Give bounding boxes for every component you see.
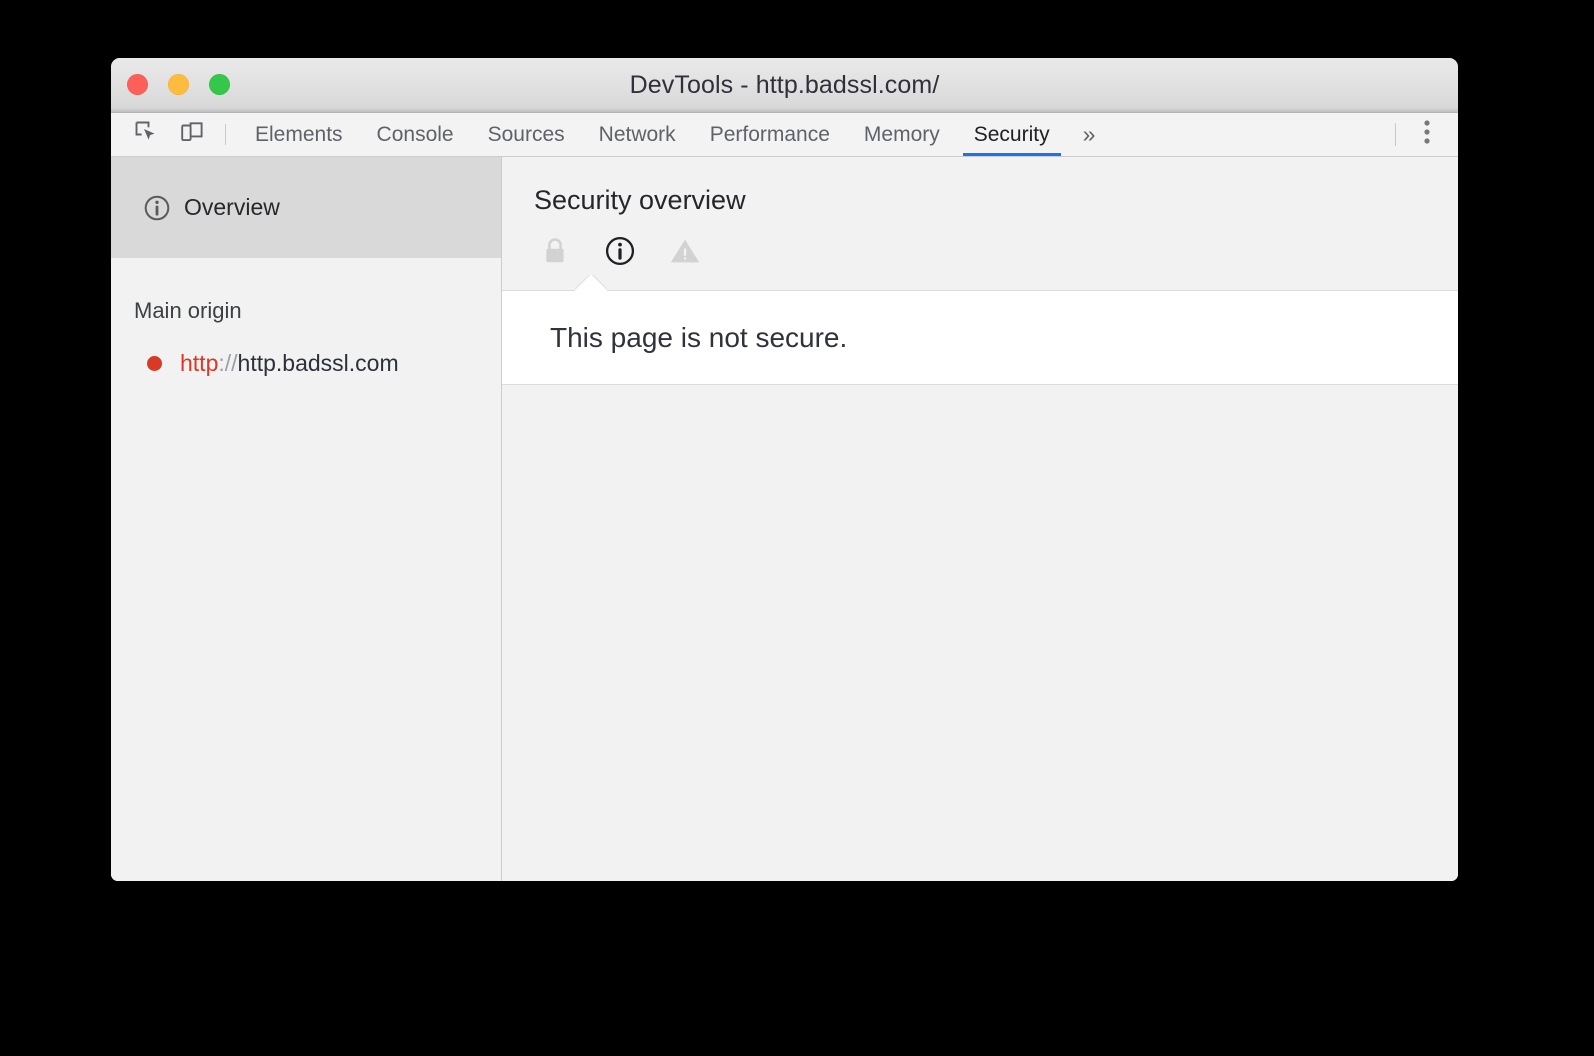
sidebar-group-title: Main origin — [134, 298, 242, 323]
tab-performance[interactable]: Performance — [693, 113, 847, 156]
device-toolbar-icon — [179, 119, 205, 150]
security-main-panel: Security overview This page is not secur… — [502, 157, 1458, 881]
toolbar-divider — [225, 124, 226, 145]
tabstrip-right-group — [1395, 113, 1458, 156]
origin-url-scheme: http — [180, 350, 219, 376]
more-options-button[interactable] — [1396, 113, 1458, 156]
security-details-area — [502, 385, 1458, 881]
security-summary-box: This page is not secure. — [502, 290, 1458, 385]
sidebar-origin-item[interactable]: http://http.badssl.com — [111, 324, 501, 377]
origin-url-separator: :// — [218, 350, 238, 376]
tab-sources-label: Sources — [487, 122, 565, 146]
tab-elements-label: Elements — [255, 122, 343, 146]
page-title: Security overview — [534, 185, 746, 215]
tab-elements[interactable]: Elements — [238, 113, 360, 156]
tab-security-label: Security — [973, 122, 1050, 146]
info-circle-icon[interactable] — [603, 234, 637, 268]
origin-url: http://http.badssl.com — [180, 350, 399, 377]
devtools-tabstrip: Elements Console Sources Network Perform… — [111, 113, 1458, 157]
window-title: DevTools - http.badssl.com/ — [629, 71, 940, 99]
origin-status-dot — [147, 356, 162, 371]
tab-console-label: Console — [376, 122, 454, 146]
sidebar-item-overview-label: Overview — [184, 194, 280, 220]
security-sidebar: Overview Main origin http://http.badssl.… — [111, 157, 502, 881]
tab-console[interactable]: Console — [360, 113, 471, 156]
window-titlebar: DevTools - http.badssl.com/ — [111, 58, 1458, 113]
device-toolbar-button[interactable] — [169, 113, 215, 156]
more-options-icon — [1424, 119, 1430, 150]
security-summary-wrap: This page is not secure. — [502, 290, 1458, 385]
warning-triangle-icon[interactable] — [668, 234, 702, 268]
tab-network[interactable]: Network — [582, 113, 693, 156]
tab-network-label: Network — [598, 122, 676, 146]
tab-sources[interactable]: Sources — [471, 113, 582, 156]
more-tabs-button[interactable]: » — [1067, 113, 1112, 156]
devtools-window: DevTools - http.badssl.com/ Elements Con… — [111, 58, 1458, 881]
info-circle-icon — [142, 193, 172, 223]
inspect-element-button[interactable] — [123, 113, 169, 156]
screen: DevTools - http.badssl.com/ Elements Con… — [0, 0, 1594, 1056]
lock-icon[interactable] — [538, 234, 572, 268]
security-summary-text: This page is not secure. — [550, 321, 848, 353]
tab-memory-label: Memory — [863, 122, 940, 146]
inspect-element-icon — [133, 119, 159, 150]
devtools-body: Overview Main origin http://http.badssl.… — [111, 157, 1458, 881]
tab-performance-label: Performance — [709, 122, 830, 146]
summary-pointer-notch — [575, 275, 607, 291]
chevron-double-right-icon: » — [1082, 121, 1096, 147]
tab-security[interactable]: Security — [957, 113, 1067, 156]
origin-url-host: http.badssl.com — [237, 350, 399, 376]
panel-tabs: Elements Console Sources Network Perform… — [238, 113, 1395, 156]
sidebar-item-overview[interactable]: Overview — [111, 157, 501, 258]
tab-memory[interactable]: Memory — [847, 113, 957, 156]
security-state-icons — [502, 216, 1458, 268]
